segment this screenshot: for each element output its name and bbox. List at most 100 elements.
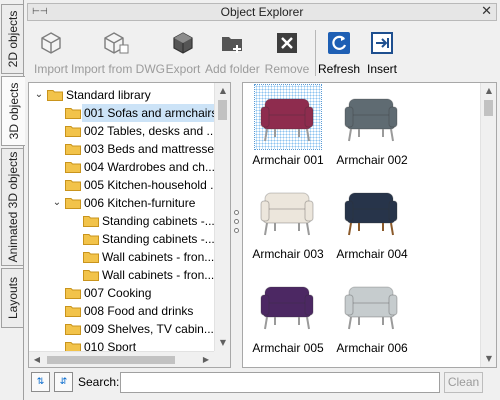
scroll-left-arrow-icon[interactable]: ◀ [29, 352, 45, 367]
tree-item[interactable]: Standing cabinets -... [29, 212, 215, 230]
tree-item[interactable]: ⌄ Standard library [29, 86, 215, 104]
folder-icon [65, 180, 81, 191]
tree-item[interactable]: 007 Cooking [29, 284, 215, 302]
thumbs-vertical-scrollbar[interactable]: ▲ ▼ [480, 83, 496, 367]
remove-button[interactable]: Remove [263, 30, 311, 78]
insert-label: Insert [366, 62, 397, 76]
tree-item-label: 009 Shelves, TV cabin... [84, 322, 214, 336]
import-from-dwg-button[interactable]: Import from DWG [71, 30, 166, 78]
tree-item[interactable]: Wall cabinets - fron... [29, 266, 215, 284]
search-bar: ⇅ ⇵ Search: Clean [28, 371, 497, 395]
object-tile-label: Armchair 001 [252, 153, 324, 167]
clean-button[interactable]: Clean [444, 372, 483, 393]
object-tile[interactable]: Armchair 001 [251, 84, 325, 171]
tree-item-label: 005 Kitchen-household ... [84, 178, 221, 192]
splitter-grip-dot [234, 210, 239, 215]
tab-layouts-label: Layouts [5, 276, 20, 320]
refresh-label: Refresh [317, 62, 361, 76]
object-tile[interactable]: Armchair 003 [251, 179, 325, 265]
tree-item-label: Standing cabinets -... [102, 214, 215, 228]
folder-icon [65, 288, 81, 299]
tree-item[interactable]: 003 Beds and mattresses [29, 140, 220, 158]
armchair-thumbnail [254, 84, 322, 150]
tree-item-label: Wall cabinets - fron... [102, 268, 215, 282]
scroll-up-arrow-icon[interactable]: ▲ [215, 83, 230, 99]
scroll-down-arrow-icon[interactable]: ▼ [481, 351, 496, 367]
folder-icon [47, 90, 63, 101]
tree-hscroll-thumb[interactable] [47, 356, 175, 364]
tree-item-label: Wall cabinets - fron... [102, 250, 215, 264]
object-tile-label: Armchair 003 [252, 247, 324, 261]
import-label: Import [33, 62, 68, 76]
cube-export-icon [173, 32, 193, 54]
add-folder-label: Add folder [205, 62, 260, 76]
tab-3d-objects[interactable]: 3D objects [1, 76, 25, 146]
refresh-icon [328, 32, 350, 54]
cube-dwg-icon [104, 32, 129, 54]
export-button[interactable]: Export [163, 30, 203, 78]
tree-item[interactable]: 004 Wardrobes and ch... [29, 158, 215, 176]
add-folder-button[interactable]: Add folder [205, 30, 260, 78]
tree-item[interactable]: ⌄ 006 Kitchen-furniture [29, 194, 215, 212]
splitter-grip-dot [234, 219, 239, 224]
export-label: Export [165, 62, 201, 76]
folder-icon [65, 306, 81, 317]
scroll-down-arrow-icon[interactable]: ▼ [215, 335, 230, 351]
tree-item[interactable]: 008 Food and drinks [29, 302, 215, 320]
object-tile[interactable]: Armchair 004 [335, 179, 409, 265]
import-from-dwg-label: Import from DWG [71, 62, 166, 76]
tree-horizontal-scrollbar[interactable]: ◀ ▶ [29, 351, 214, 367]
refresh-button[interactable]: Refresh [317, 30, 361, 78]
tree-item[interactable]: 009 Shelves, TV cabin... [29, 320, 215, 338]
object-tile-label: Armchair 006 [336, 341, 408, 355]
panel-splitter[interactable] [232, 82, 240, 368]
close-icon[interactable]: ✕ [481, 4, 492, 19]
import-button[interactable]: Import [31, 30, 71, 78]
object-tile[interactable]: Armchair 005 [251, 273, 325, 359]
panel-title: Object Explorer [220, 5, 304, 19]
tree-item[interactable]: 001 Sofas and armchairs [29, 104, 220, 122]
tree-item-label: 004 Wardrobes and ch... [84, 160, 215, 174]
object-thumbnails: Armchair 001 Armchair 002 Armchair 003 Armc… [242, 82, 497, 368]
tree-item-label: 001 Sofas and armchairs [82, 104, 220, 122]
sort-descending-icon[interactable]: ⇵ [54, 372, 73, 392]
folder-icon [83, 270, 99, 281]
tree-scroll-thumb[interactable] [218, 100, 227, 120]
folder-icon [65, 108, 81, 119]
folder-icon [65, 126, 81, 137]
folder-icon [83, 216, 99, 227]
tab-animated-3d-objects-label: Animated 3D objects [5, 151, 20, 263]
armchair-thumbnail [339, 179, 405, 243]
chevron-down-icon[interactable]: ⌄ [33, 86, 45, 104]
remove-icon [277, 33, 297, 53]
tree-item[interactable]: Wall cabinets - fron... [29, 248, 215, 266]
tree-item-label: 002 Tables, desks and ... [84, 124, 217, 138]
insert-button[interactable]: Insert [363, 30, 401, 78]
object-tile[interactable]: Armchair 006 [335, 273, 409, 359]
sort-ascending-icon[interactable]: ⇅ [31, 372, 50, 392]
scroll-corner [214, 351, 230, 367]
tree-item[interactable]: Standing cabinets -... [29, 230, 215, 248]
search-input[interactable] [120, 372, 440, 393]
scroll-up-arrow-icon[interactable]: ▲ [481, 83, 496, 99]
folder-icon [83, 234, 99, 245]
thumbs-scroll-thumb[interactable] [484, 100, 493, 116]
folder-icon [65, 144, 81, 155]
tab-layouts[interactable]: Layouts [1, 268, 23, 328]
chevron-down-icon[interactable]: ⌄ [51, 194, 63, 212]
armchair-thumbnail [255, 179, 321, 243]
tree-item[interactable]: 002 Tables, desks and ... [29, 122, 217, 140]
tree-vertical-scrollbar[interactable]: ▲ ▼ [214, 83, 230, 351]
armchair-thumbnail [339, 85, 405, 149]
tab-animated-3d-objects[interactable]: Animated 3D objects [1, 148, 23, 266]
panel-title-bar: ⊢⊣ Object Explorer ✕ [27, 3, 497, 21]
add-folder-icon [222, 37, 242, 53]
tree-item[interactable]: 005 Kitchen-household ... [29, 176, 220, 194]
object-tile[interactable]: Armchair 002 [335, 85, 409, 171]
folder-icon [83, 252, 99, 263]
tab-2d-objects[interactable]: 2D objects [1, 4, 23, 74]
scroll-right-arrow-icon[interactable]: ▶ [198, 352, 214, 367]
toolbar: Import Import from DWG Export Add folder… [27, 24, 497, 80]
folder-icon [65, 198, 81, 209]
side-tab-strip: 2D objects 3D objects Animated 3D object… [0, 0, 25, 400]
